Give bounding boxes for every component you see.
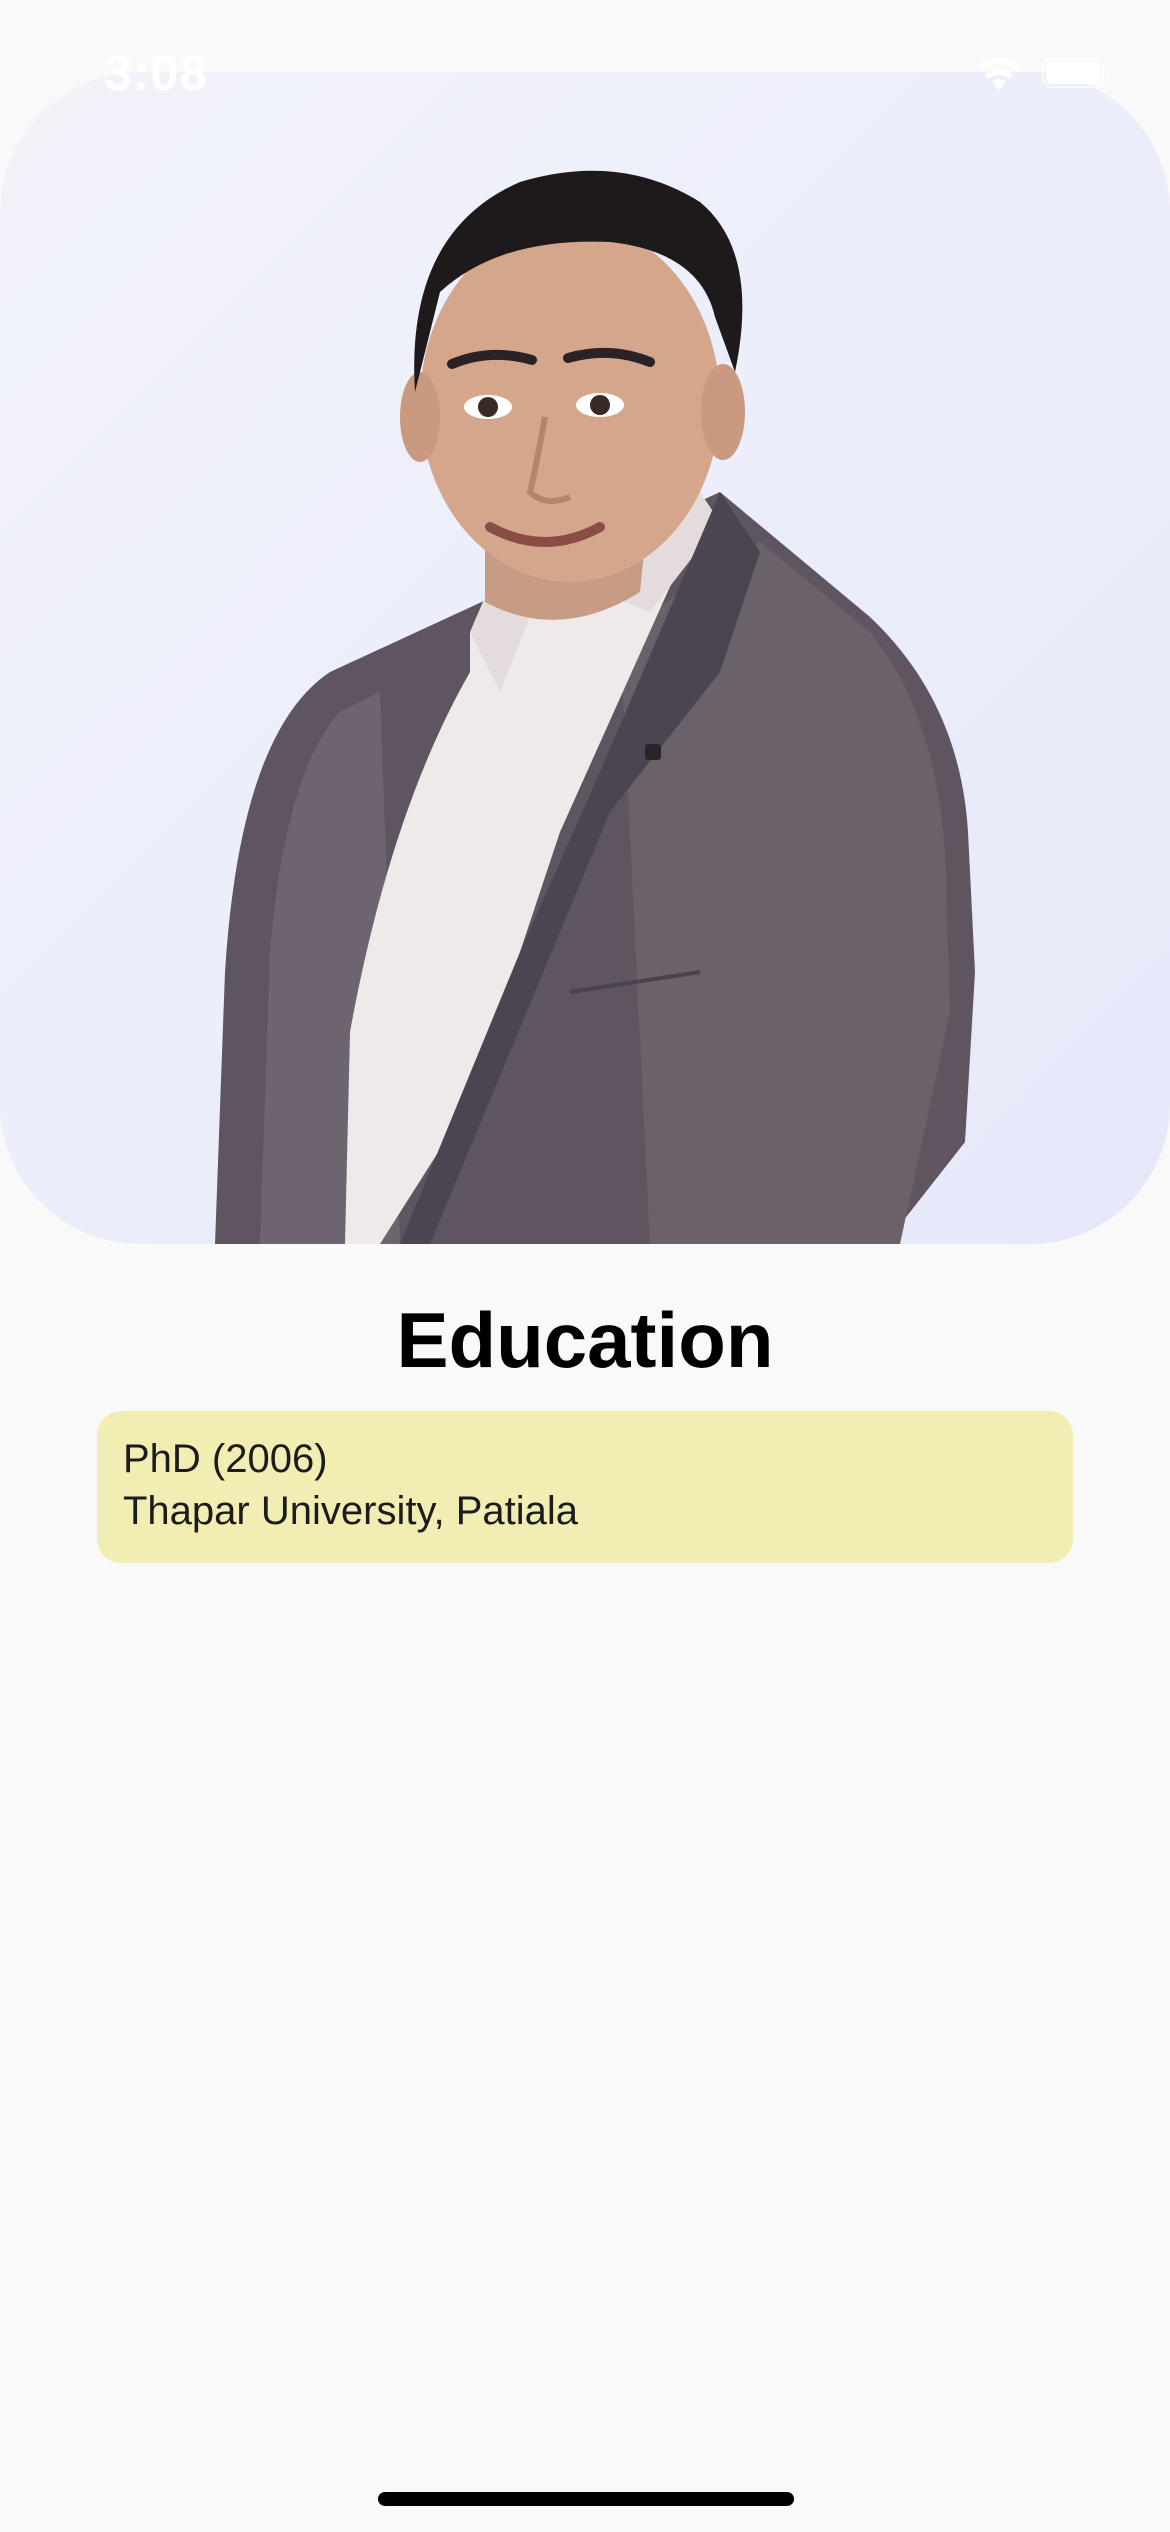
wifi-icon [977,57,1021,90]
degree-text: PhD (2006) [123,1437,328,1481]
education-title: Education [396,1296,774,1384]
home-indicator[interactable] [378,2492,794,2506]
battery-icon [1042,58,1110,88]
status-bar: 3:08 [0,0,1170,150]
person-photo [215,170,975,1244]
education-card: PhD (2006) Thapar University, Patiala [97,1411,1073,1563]
status-time: 3:08 [104,45,209,101]
institution-text: Thapar University, Patiala [123,1489,578,1533]
profile-photo [0,72,1170,1244]
